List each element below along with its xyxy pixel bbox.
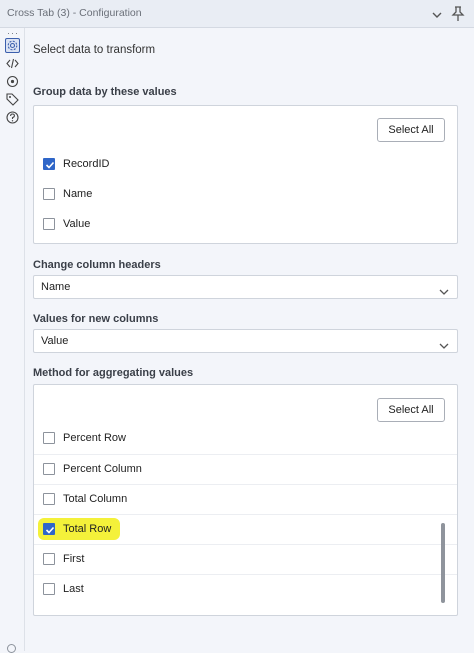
- chevron-down-icon: [439, 283, 449, 295]
- values-dropdown[interactable]: Value: [33, 329, 458, 353]
- list-item[interactable]: Value: [34, 210, 457, 240]
- checkbox-label: Last: [63, 583, 84, 595]
- left-toolbar: ···: [0, 28, 25, 653]
- group-by-select-all-button[interactable]: Select All: [377, 118, 445, 142]
- last-checkbox[interactable]: [43, 583, 55, 595]
- checkbox-label: First: [63, 553, 85, 565]
- help-icon[interactable]: [5, 110, 20, 125]
- title-bar: Cross Tab (3) - Configuration: [0, 0, 474, 28]
- checkbox-label: RecordID: [63, 158, 110, 170]
- list-item[interactable]: Name: [34, 180, 457, 210]
- drag-handle-icon[interactable]: ···: [7, 29, 19, 38]
- checkbox-label: Name: [63, 188, 93, 200]
- group-by-title: Group data by these values: [33, 86, 177, 98]
- status-icon: [7, 644, 16, 653]
- checkbox-label: Percent Column: [63, 463, 142, 475]
- list-item[interactable]: Total Column: [34, 484, 457, 515]
- percent-column-checkbox[interactable]: [43, 463, 55, 475]
- checkbox-label: Total Column: [63, 493, 128, 505]
- headers-title: Change column headers: [33, 259, 161, 271]
- checkbox-label: Percent Row: [63, 432, 126, 444]
- method-select-all-button[interactable]: Select All: [377, 398, 445, 422]
- method-title: Method for aggregating values: [33, 367, 194, 379]
- list-item[interactable]: Percent Row: [34, 424, 457, 454]
- gear-icon[interactable]: [5, 38, 20, 53]
- intro-text: Select data to transform: [33, 44, 156, 56]
- pin-icon[interactable]: [451, 6, 465, 22]
- configuration-panel: Select data to transform Group data by t…: [25, 28, 474, 651]
- checkbox-label: Total Row: [63, 523, 112, 535]
- total-row-checkbox[interactable]: [43, 523, 55, 535]
- window-title: Cross Tab (3) - Configuration: [7, 7, 142, 19]
- list-item[interactable]: Total Row: [34, 514, 457, 545]
- group-by-list: Select All RecordID Name Value: [33, 105, 458, 244]
- list-item[interactable]: First: [34, 544, 457, 575]
- chevron-down-icon[interactable]: [431, 8, 443, 20]
- values-selected-value: Value: [41, 335, 69, 347]
- percent-row-checkbox[interactable]: [43, 432, 55, 444]
- total-column-checkbox[interactable]: [43, 493, 55, 505]
- list-item[interactable]: Last: [34, 574, 457, 605]
- name-checkbox[interactable]: [43, 188, 55, 200]
- target-icon[interactable]: [5, 74, 20, 89]
- code-icon[interactable]: [5, 56, 20, 71]
- value-checkbox[interactable]: [43, 218, 55, 230]
- tag-icon[interactable]: [5, 92, 20, 107]
- chevron-down-icon: [439, 337, 449, 349]
- headers-dropdown[interactable]: Name: [33, 275, 458, 299]
- method-list: Select All Percent Row Percent Column To…: [33, 384, 458, 616]
- list-item[interactable]: Percent Column: [34, 454, 457, 485]
- values-title: Values for new columns: [33, 313, 159, 325]
- scrollbar-thumb[interactable]: [441, 523, 445, 603]
- list-item[interactable]: RecordID: [34, 150, 457, 180]
- recordid-checkbox[interactable]: [43, 158, 55, 170]
- checkbox-label: Value: [63, 218, 91, 230]
- headers-selected-value: Name: [41, 281, 71, 293]
- first-checkbox[interactable]: [43, 553, 55, 565]
